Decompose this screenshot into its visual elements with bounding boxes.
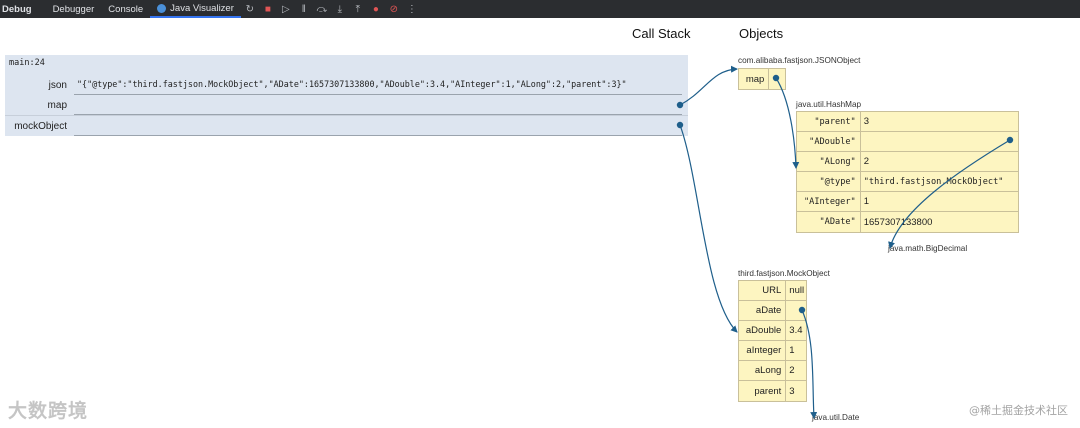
var-value-text: "{"@type":"third.fastjson.MockObject","A… — [77, 79, 627, 89]
frame-var-mockobject: mockObject — [5, 115, 688, 136]
mute-breakpoints-icon[interactable]: ⊘ — [385, 0, 403, 18]
object-field: aDouble 3.4 — [739, 321, 806, 341]
objects-header: Objects — [739, 26, 784, 41]
object-field: parent 3 — [739, 381, 806, 401]
entry-key: "parent" — [797, 112, 861, 131]
map-entry: "ADate" 1657307133800 — [797, 212, 1018, 232]
jsonobject-box[interactable]: map — [738, 68, 786, 90]
object-field: aLong 2 — [739, 361, 806, 381]
watermark-logo-left: 大数跨境 — [8, 400, 89, 422]
stack-frame-main: main:24 json "{"@type":"third.fastjson.M… — [5, 55, 688, 136]
stop-icon[interactable]: ■ — [259, 0, 277, 18]
call-stack-header: Call Stack — [632, 26, 691, 41]
arrow-jsonobject-to-hashmap — [775, 77, 800, 169]
field-key: aInteger — [739, 341, 787, 360]
entry-key: "ADouble" — [797, 132, 861, 151]
object-field: URL null — [739, 281, 806, 301]
debug-toolbar: Debug Debugger Console Java Visualizer ↻… — [0, 0, 1080, 18]
field-value — [786, 301, 806, 320]
bigdecimal-type-label[interactable]: java.math.BigDecimal — [888, 244, 967, 253]
jsonobject-type-label: com.alibaba.fastjson.JSONObject — [738, 56, 861, 65]
mockobject-type-label: third.fastjson.MockObject — [738, 269, 830, 278]
var-value-field: "{"@type":"third.fastjson.MockObject","A… — [74, 75, 682, 95]
var-value-field — [74, 116, 682, 136]
entry-key: "ALong" — [797, 152, 861, 171]
tab-console[interactable]: Console — [101, 0, 150, 18]
entry-key: "AInteger" — [797, 192, 861, 211]
field-key: aDouble — [739, 321, 787, 340]
var-name: map — [47, 100, 67, 111]
tab-java-visualizer-label: Java Visualizer — [170, 2, 234, 14]
field-value: 2 — [789, 365, 795, 376]
watermark-right: @稀土掘金技术社区 — [969, 404, 1068, 417]
object-field: aDate — [739, 301, 806, 321]
tab-debugger[interactable]: Debugger — [46, 0, 102, 18]
field-key: map — [739, 69, 770, 89]
var-value-field — [74, 95, 682, 115]
step-into-icon[interactable]: ⤓ — [331, 0, 349, 18]
date-type-label[interactable]: java.util.Date — [812, 413, 859, 422]
object-field: aInteger 1 — [739, 341, 806, 361]
entry-value: 1657307133800 — [863, 216, 933, 228]
map-entry: "ALong" 2 — [797, 152, 1018, 172]
pause-icon[interactable]: ‖ — [295, 0, 313, 18]
var-name: mockObject — [14, 121, 67, 132]
entry-key: "ADate" — [797, 212, 861, 232]
frame-var-json: json "{"@type":"third.fastjson.MockObjec… — [5, 75, 688, 95]
field-key: aLong — [739, 361, 787, 380]
field-value: null — [789, 285, 805, 296]
step-out-icon[interactable]: ⤒ — [349, 0, 367, 18]
rerun-icon[interactable]: ↻ — [241, 0, 259, 18]
entry-value: 2 — [863, 156, 870, 167]
field-value — [769, 69, 785, 89]
step-over-icon[interactable]: ⤼ — [313, 0, 331, 18]
map-entry: "ADouble" — [797, 132, 1018, 152]
frame-title: main:24 — [9, 58, 45, 68]
more-icon[interactable]: ⋮ — [403, 0, 421, 18]
field-key: parent — [739, 381, 787, 401]
var-name: json — [48, 80, 67, 91]
mockobject-box[interactable]: URL null aDate aDouble 3.4 aInteger 1 aL… — [738, 280, 807, 402]
field-key: URL — [739, 281, 787, 300]
entry-value: 3 — [863, 116, 870, 127]
resume-icon[interactable]: ▷ — [277, 0, 295, 18]
map-entry: "@type" "third.fastjson.MockObject" — [797, 172, 1018, 192]
field-value: 1 — [789, 345, 795, 356]
arrow-mockobject-to-object — [679, 124, 738, 333]
entry-value: "third.fastjson.MockObject" — [863, 176, 1004, 187]
field-value: 3 — [789, 385, 795, 397]
field-value: 3.4 — [789, 325, 803, 336]
map-entry: "parent" 3 — [797, 112, 1018, 132]
hashmap-box[interactable]: "parent" 3 "ADouble" "ALong" 2 "@type" "… — [796, 111, 1019, 233]
entry-value: 1 — [863, 196, 870, 207]
frame-var-map: map — [5, 95, 688, 115]
object-field: map — [739, 69, 785, 89]
hashmap-type-label: java.util.HashMap — [796, 100, 862, 109]
entry-key: "@type" — [797, 172, 861, 191]
field-key: aDate — [739, 301, 787, 320]
debug-title: Debug — [2, 3, 32, 15]
map-entry: "AInteger" 1 — [797, 192, 1018, 212]
java-visualizer-icon — [157, 3, 167, 13]
tab-java-visualizer[interactable]: Java Visualizer — [150, 0, 241, 18]
arrow-map-to-jsonobject — [679, 65, 738, 106]
view-breakpoints-icon[interactable]: ● — [367, 0, 385, 18]
entry-value — [861, 132, 1018, 151]
